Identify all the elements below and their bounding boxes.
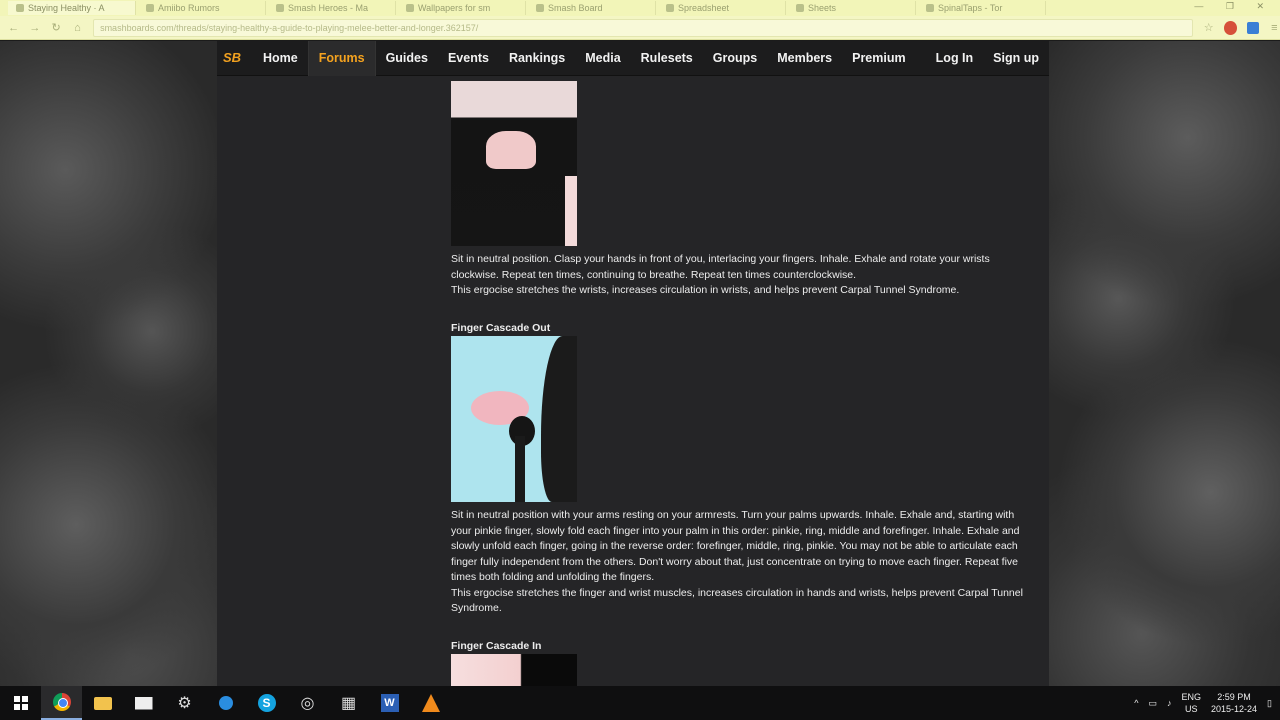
browser-tab-strip: Staying Healthy · A Amiibo Rumors Smash … [0,0,1280,16]
app-icon: ◎ [300,695,315,712]
favicon-icon [666,4,674,12]
app-icon: ▦ [340,695,357,712]
clock-date: 2015-12-24 [1211,704,1258,714]
favicon-icon [146,4,154,12]
exercise-description: Sit in neutral position with your arms r… [451,508,1031,617]
taskbar-word[interactable]: W [369,686,410,720]
word-icon: W [380,694,399,712]
taskbar-app[interactable]: ⚙ [164,686,205,720]
login-link[interactable]: Log In [926,41,984,76]
background-artwork-left [0,41,217,686]
browser-tab[interactable]: Staying Healthy · A [8,1,136,15]
skype-icon: S [257,694,276,712]
favicon-icon [926,4,934,12]
post-body: Sit in neutral position. Clasp your hand… [451,81,1031,686]
browser-tab[interactable]: Spreadsheet [658,1,786,15]
reload-icon[interactable]: ↻ [51,21,62,34]
browser-tab[interactable]: Sheets [788,1,916,15]
clock[interactable]: 2:59 PM 2015-12-24 [1211,691,1257,715]
taskbar-skype[interactable]: S [246,686,287,720]
volume-icon[interactable]: ♪ [1167,698,1172,708]
system-tray: ^ ▭ ♪ ENG US 2:59 PM 2015-12-24 ▯ [1134,691,1280,715]
taskbar-app[interactable]: ◎ [287,686,328,720]
taskbar: ⚙ S ◎ ▦ W ^ ▭ ♪ ENG US 2:59 PM 2015-12-2… [0,686,1280,720]
exercise-benefit: This ergocise stretches the wrists, incr… [451,284,960,296]
nav-groups[interactable]: Groups [703,41,767,76]
nav-premium[interactable]: Premium [842,41,916,76]
bookmark-star-icon[interactable]: ☆ [1203,21,1214,34]
vlc-icon [421,694,440,712]
tab-label: Wallpapers for sm [418,3,491,13]
nav-members[interactable]: Members [767,41,842,76]
favicon-icon [276,4,284,12]
back-icon[interactable]: ← [8,22,19,34]
exercise-image-wrist-rotation [451,81,577,246]
exercise-benefit: This ergocise stretches the finger and w… [451,586,1023,615]
windows-logo-icon [13,696,28,710]
nav-home[interactable]: Home [253,41,308,76]
tab-label: Sheets [808,3,837,13]
exercise-image-finger-cascade-in [451,654,577,686]
mail-icon [134,696,153,710]
taskbar-mail[interactable] [123,686,164,720]
exercise-heading: Finger Cascade In [451,639,542,652]
clock-time: 2:59 PM [1217,692,1251,702]
home-icon[interactable]: ⌂ [72,22,83,34]
exercise-heading: Finger Cascade Out [451,321,551,334]
web-page: SB Home Forums Guides Events Rankings Me… [0,41,1280,686]
tab-label: SpinalTaps - Tor [938,3,1003,13]
exercise-description: Sit in neutral position. Clasp your hand… [451,252,1031,299]
app-icon [218,696,233,710]
taskbar-vlc[interactable] [410,686,451,720]
taskbar-chrome[interactable] [41,686,82,720]
tab-label: Smash Board [548,3,603,13]
folder-icon [93,696,112,710]
tab-label: Staying Healthy · A [28,3,105,13]
browser-tab[interactable]: Smash Board [528,1,656,15]
nav-forums[interactable]: Forums [307,41,376,76]
browser-tab[interactable]: Smash Heroes - Ma [268,1,396,15]
tab-label: Spreadsheet [678,3,730,13]
exercise-instructions: Sit in neutral position. Clasp your hand… [451,253,990,281]
network-icon[interactable]: ▭ [1148,698,1157,709]
browser-tab[interactable]: Amiibo Rumors [138,1,266,15]
nav-media[interactable]: Media [575,41,630,76]
nav-rulesets[interactable]: Rulesets [631,41,703,76]
forward-icon[interactable]: → [29,22,40,34]
taskbar-app[interactable] [205,686,246,720]
start-button[interactable] [0,686,41,720]
language-indicator[interactable]: ENG US [1181,691,1201,715]
signup-link[interactable]: Sign up [983,41,1049,76]
site-logo[interactable]: SB [223,50,245,66]
chevron-up-icon[interactable]: ^ [1134,698,1138,708]
exercise-image-finger-cascade-out [451,336,577,502]
favicon-icon [796,4,804,12]
extension-icon[interactable] [1247,21,1259,34]
browser-tab[interactable]: Wallpapers for sm [398,1,526,15]
tab-label: Amiibo Rumors [158,3,220,13]
site-navbar: SB Home Forums Guides Events Rankings Me… [217,41,1049,76]
extension-icon[interactable] [1224,20,1238,35]
background-artwork-right [1049,41,1280,686]
exercise-instructions: Sit in neutral position with your arms r… [451,509,1020,583]
browser-tab[interactable]: SpinalTaps - Tor [918,1,1046,15]
window-controls[interactable]: — ❐ ✕ [1194,1,1274,12]
taskbar-file-explorer[interactable] [82,686,123,720]
nav-guides[interactable]: Guides [376,41,438,76]
app-icon: ⚙ [177,695,192,712]
tab-label: Smash Heroes - Ma [288,3,369,13]
taskbar-app[interactable]: ▦ [328,686,369,720]
nav-events[interactable]: Events [438,41,499,76]
favicon-icon [16,4,24,12]
chrome-icon [52,693,71,711]
address-bar[interactable]: smashboards.com/threads/staying-healthy-… [93,18,1194,37]
favicon-icon [406,4,414,12]
notification-icon[interactable]: ▯ [1267,698,1272,709]
browser-toolbar: ← → ↻ ⌂ smashboards.com/threads/staying-… [0,16,1280,40]
menu-icon[interactable]: ≡ [1269,22,1280,34]
favicon-icon [536,4,544,12]
nav-rankings[interactable]: Rankings [499,41,575,76]
